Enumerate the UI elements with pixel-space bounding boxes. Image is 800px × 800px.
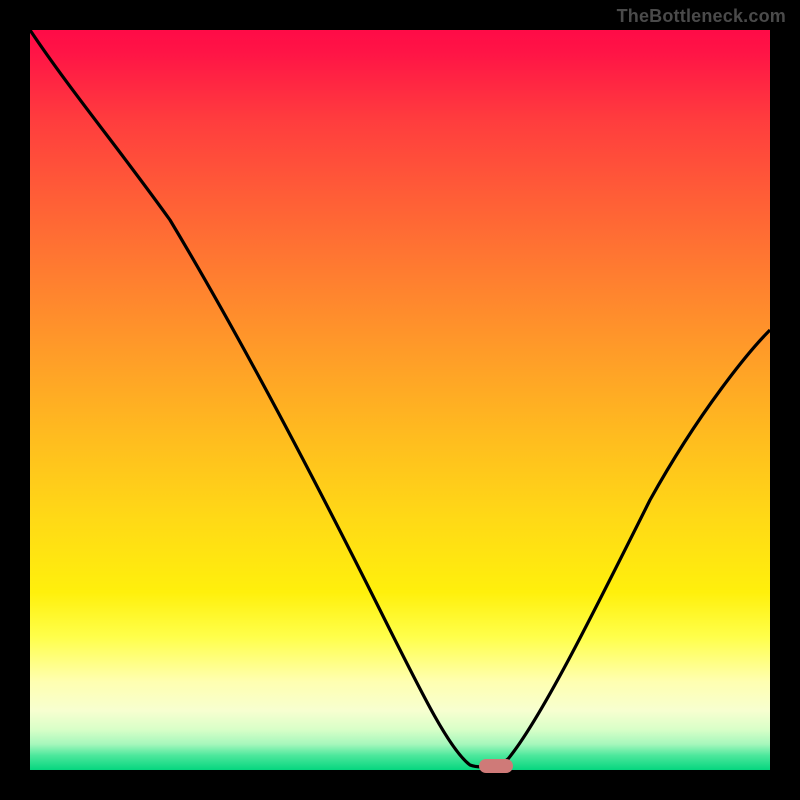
chart-canvas: TheBottleneck.com — [0, 0, 800, 800]
optimal-point-marker — [479, 759, 513, 773]
curve-path — [30, 30, 770, 767]
watermark: TheBottleneck.com — [617, 6, 786, 27]
bottleneck-curve — [30, 30, 770, 770]
